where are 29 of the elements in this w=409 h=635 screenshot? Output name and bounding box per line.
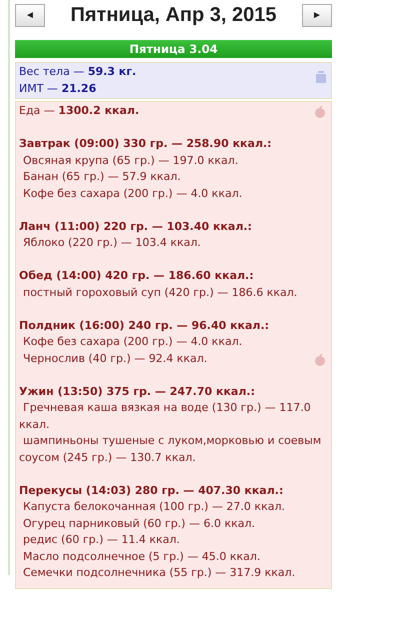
food-item: Яблоко (220 гр.) — 103.4 ккал. <box>22 235 201 251</box>
apple-icon <box>314 106 326 118</box>
food-item: Овсяная крупа (65 гр.) — 197.0 ккал. <box>22 152 238 168</box>
meal-header: Ужин (13:50) 375 гр. — 247.70 ккал.: <box>19 384 256 400</box>
food-item: постный гороховый суп (420 гр.) — 186.6 ккал. <box>22 284 298 300</box>
food-item: Капуста белокочанная (100 гр.) — 27.0 ккал. <box>22 499 285 515</box>
meal-header: Ланч (11:00) 220 гр. — 103.40 ккал.: <box>19 218 253 234</box>
day-header-bar: Пятница 3.04 <box>15 40 332 58</box>
food-total-text: Еда — 1300.2 ккал. <box>19 103 140 119</box>
meal-header: Завтрак (09:00) 330 гр. — 258.90 ккал.: <box>19 136 273 152</box>
food-item: редис (60 гр.) — 11.4 ккал. <box>22 532 180 548</box>
date-title: Пятница, Апр 3, 2015 <box>70 6 276 24</box>
food-item: Кофе без сахара (200 гр.) — 4.0 ккал. <box>22 186 242 202</box>
food-item: Гречневая каша вязкая на воде (130 гр.) — 117.0 ккал. <box>19 400 312 432</box>
meal-header: Полдник (16:00) 240 гр. — 96.40 ккал.: <box>19 318 270 334</box>
meal-header: Перекусы (14:03) 280 гр. — 407.30 ккал.: <box>19 482 284 498</box>
food-item: Огурец парниковый (60 гр.) — 6.0 ккал. <box>22 516 255 532</box>
food-item: Семечки подсолнечника (55 гр.) — 317.9 ккал. <box>22 565 296 581</box>
food-item: Кофе без сахара (200 гр.) — 4.0 ккал. <box>22 334 242 350</box>
apple-icon <box>314 354 326 366</box>
bmi-text: ИМТ — 21.26 <box>19 80 96 96</box>
meal-header: Обед (14:00) 420 гр. — 186.60 ккал.: <box>19 268 255 284</box>
food-item: шампиньоны тушеные с луком,морковью и соевым соусом (245 гр.) — 130.7 ккал. <box>19 433 322 466</box>
weight-text: Вес тела — 59.3 кг. <box>19 64 136 80</box>
next-day-button[interactable]: ► <box>302 4 332 26</box>
previous-day-button[interactable]: ◄ <box>15 4 45 26</box>
food-item: Чернослив (40 гр.) — 92.4 ккал. <box>22 350 208 366</box>
food-item: Банан (65 гр.) — 57.9 ккал. <box>22 169 181 185</box>
food-item: Масло подсолнечное (5 гр.) — 45.0 ккал. <box>22 548 260 564</box>
